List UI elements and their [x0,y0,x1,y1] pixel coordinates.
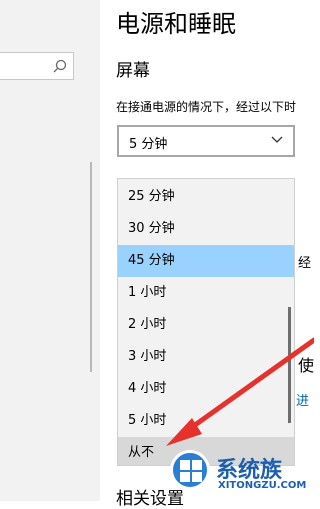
dropdown-option[interactable]: 2 小时 [118,309,294,341]
screen-timeout-description: 在接通电源的情况下，经过以下时 [116,100,297,114]
windows-logo-icon [170,450,210,490]
left-pane-scrollbar[interactable] [90,162,92,372]
search-input[interactable] [0,52,74,80]
truncated-link[interactable]: 进 [296,390,309,409]
dropdown-option-selected[interactable]: 45 分钟 [118,245,294,277]
dropdown-option[interactable]: 30 分钟 [118,213,294,245]
chevron-down-icon [271,136,283,143]
dropdown-option[interactable]: 5 小时 [118,405,294,437]
truncated-text-2: 使 [298,356,315,375]
dropdown-option[interactable]: 4 小时 [118,373,294,405]
screen-timeout-select[interactable]: 5 分钟 [117,125,295,157]
dropdown-option[interactable]: 25 分钟 [118,181,294,213]
dropdown-option[interactable]: 1 小时 [118,277,294,309]
dropdown-scrollbar[interactable] [288,307,291,423]
page-title: 电源和睡眠 [116,10,236,38]
watermark-domain: XITONGZU.COM [218,480,307,491]
select-value: 5 分钟 [129,137,168,152]
search-icon[interactable] [53,59,67,73]
left-navigation-pane [0,0,100,501]
truncated-text-1: 经 [298,256,312,271]
timeout-dropdown-list[interactable]: 25 分钟 30 分钟 45 分钟 1 小时 2 小时 3 小时 4 小时 5 … [117,178,295,466]
section-title-screen: 屏幕 [116,61,150,81]
watermark: 系统族 XITONGZU.COM [164,440,314,501]
dropdown-option[interactable]: 3 小时 [118,341,294,373]
